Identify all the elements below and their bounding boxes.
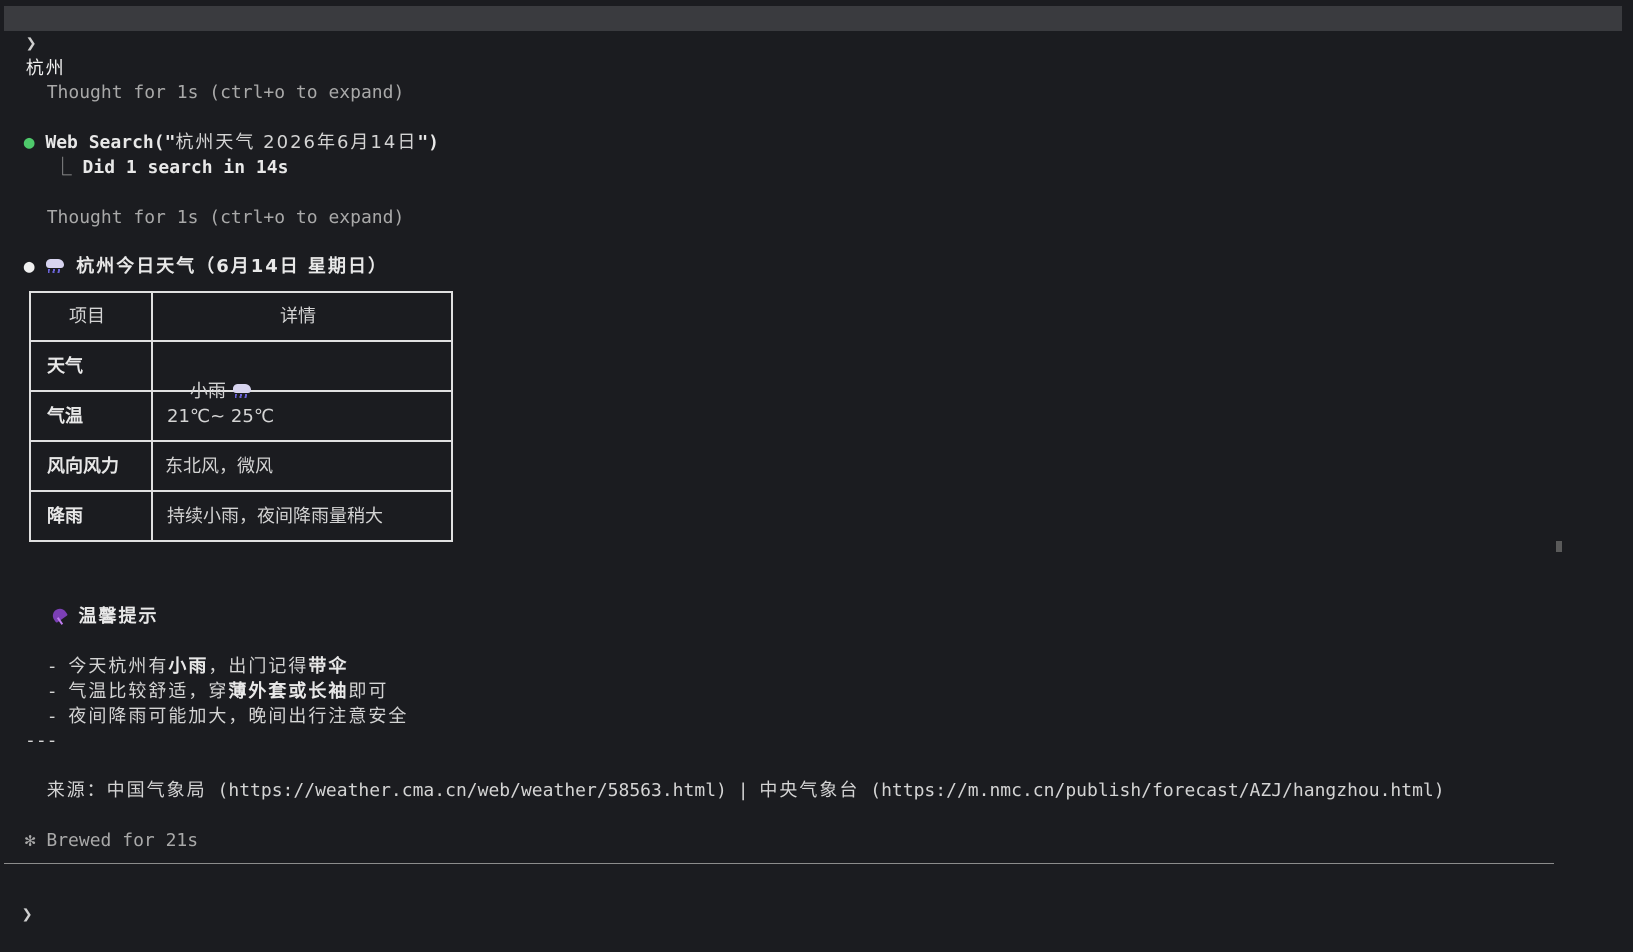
table-cell-label: 气温 <box>47 406 83 427</box>
prompt-input[interactable]: ❯ <box>0 876 1550 925</box>
thought-summary-text: Thought for 1s (ctrl+o to expand) <box>46 207 405 228</box>
tips-heading: 温馨提示 <box>78 606 159 627</box>
answer-heading-line: ● 杭州今日天气（6月14日 星期日） <box>2 229 388 277</box>
status-line: ✻ Brewed for 21s <box>3 803 198 851</box>
tool-result-text: Did 1 search in 14s <box>82 157 289 178</box>
scrollbar-thumb[interactable] <box>1556 541 1562 552</box>
umbrella-icon <box>50 607 68 625</box>
cloud-with-rain-icon <box>45 258 65 274</box>
answer-heading: 杭州今日天气（6月14日 星期日） <box>76 256 389 277</box>
thought-summary[interactable]: Thought for 1s (ctrl+o to expand) <box>25 180 405 228</box>
answer-bullet-icon: ● <box>23 256 35 277</box>
input-chevron-icon: ❯ <box>21 904 33 925</box>
table-cell-label: 降雨 <box>47 506 83 527</box>
tips-heading-line: 温馨提示 <box>28 579 159 627</box>
tip-text: 夜间降雨可能加大，晚间出行注意安全 <box>68 706 409 727</box>
table-header-item: 项目 <box>69 306 105 327</box>
table-cell-value: 21℃~ 25℃ <box>167 406 275 427</box>
prompt-chevron-icon: ❯ <box>25 33 37 54</box>
source-link-cma[interactable]: (https://weather.cma.cn/web/weather/5856… <box>218 780 727 801</box>
input-divider <box>4 863 1554 864</box>
table-cell-value: 东北风，微风 <box>165 456 273 477</box>
list-item: - 夜间降雨可能加大，晚间出行注意安全 <box>25 679 408 727</box>
thought-summary[interactable]: Thought for 1s (ctrl+o to expand) <box>25 55 405 103</box>
source-label-2: 中央气象台 <box>759 780 860 801</box>
result-branch-icon: ⎿ <box>53 157 72 178</box>
table-cell-label: 风向风力 <box>47 456 119 477</box>
markdown-divider: --- <box>25 730 58 751</box>
weather-table: 项目 详情 天气 小雨 气温 21℃~ 25℃ 风向风力 东北风，微风 降雨 持… <box>29 291 453 542</box>
tool-args-close: ") <box>417 132 440 153</box>
source-line: 来源：中国气象局 (https://weather.cma.cn/web/wea… <box>25 753 1445 801</box>
weather-value: 小雨 <box>189 381 226 402</box>
list-marker: - <box>46 706 69 727</box>
source-link-nmc[interactable]: (https://m.nmc.cn/publish/forecast/AZJ/h… <box>870 780 1444 801</box>
tool-result-line: ⎿ Did 1 search in 14s <box>32 130 289 178</box>
source-separator: | <box>737 780 749 801</box>
tool-call-line: ● Web Search("杭州天气 2026年6月14日") <box>2 105 439 153</box>
list-item: - 气温比较舒适，穿薄外套或长袖即可 <box>25 654 388 702</box>
table-cell-value: 持续小雨，夜间降雨量稍大 <box>167 506 383 527</box>
source-label: 来源：中国气象局 <box>46 780 207 801</box>
list-item: - 今天杭州有小雨，出门记得带伞 <box>25 629 348 677</box>
table-cell-label: 天气 <box>47 356 83 377</box>
status-text: Brewed for 21s <box>46 830 199 851</box>
brew-spinner-icon: ✻ <box>24 830 36 851</box>
thought-summary-text: Thought for 1s (ctrl+o to expand) <box>46 82 405 103</box>
table-header-detail: 详情 <box>280 306 316 327</box>
cloud-with-rain-icon <box>232 383 252 399</box>
user-prompt-bar: ❯ 杭州 <box>4 6 1622 79</box>
